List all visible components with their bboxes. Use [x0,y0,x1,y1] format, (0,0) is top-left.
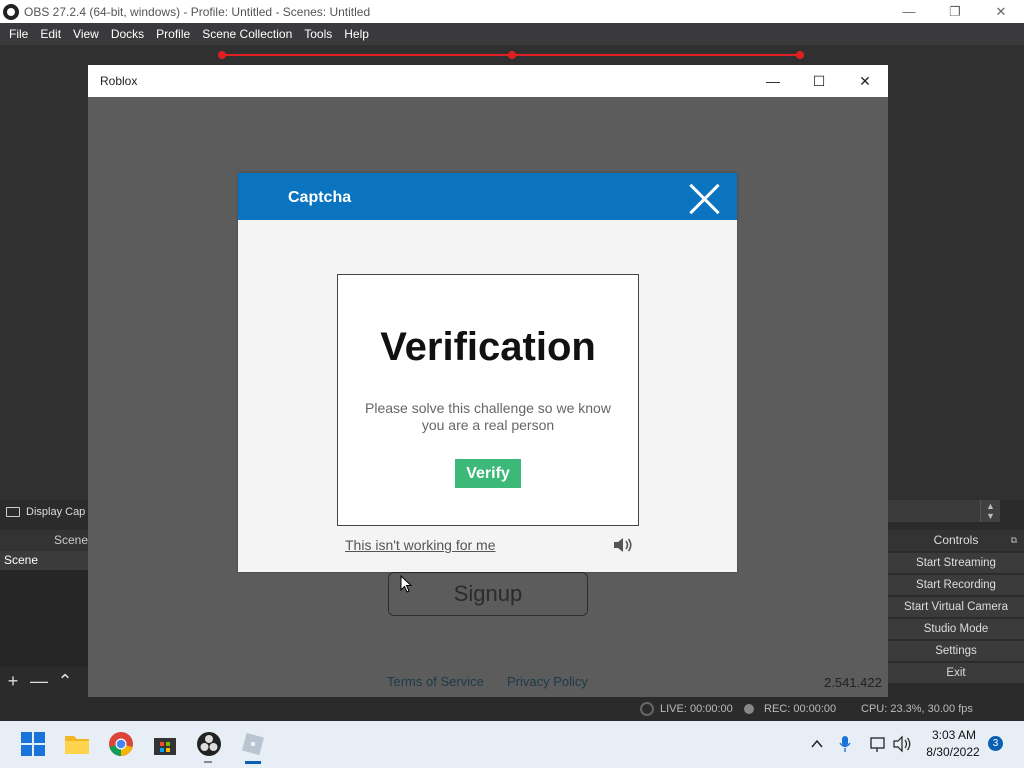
menu-help[interactable]: Help [338,27,375,41]
roblox-titlebar: Roblox — ☐ ✕ [88,65,888,97]
captcha-modal: Captcha Verification Please solve this c… [238,173,737,572]
scenes-header: Scene [0,530,88,551]
captcha-title: Captcha [288,189,352,206]
resize-handle[interactable] [508,51,516,59]
chevron-up-icon[interactable] [810,737,824,751]
scenes-panel: Scene Scene [0,530,88,667]
menu-scene-collection[interactable]: Scene Collection [196,27,298,41]
verification-box: Verification Please solve this challenge… [337,274,639,526]
network-icon[interactable] [868,735,888,753]
volume-icon[interactable] [893,735,913,753]
add-icon[interactable]: + [0,671,26,692]
minimize-icon[interactable]: — [750,65,796,97]
rec-status: REC: 00:00:00 [764,703,837,715]
controls-header: Controls ⧉ [888,530,1024,551]
mouse-cursor-icon [400,575,412,593]
menu-file[interactable]: File [3,27,34,41]
chrome-icon[interactable] [108,731,134,757]
menu-view[interactable]: View [67,27,105,41]
exit-button[interactable]: Exit [888,663,1024,683]
restore-icon[interactable]: ❐ [932,0,978,23]
settings-button[interactable]: Settings [888,641,1024,661]
maximize-icon[interactable]: ☐ [796,65,842,97]
obs-menubar: File Edit View Docks Profile Scene Colle… [0,23,1024,45]
start-streaming-button[interactable]: Start Streaming [888,553,1024,573]
scene-item[interactable]: Scene [0,551,88,570]
move-up-icon[interactable]: ⌃ [52,671,78,692]
signup-button[interactable]: Signup [388,572,588,616]
roblox-window-title: Roblox [100,74,138,88]
roblox-window-controls: — ☐ ✕ [750,65,888,97]
active-indicator [245,761,261,764]
scenes-toolbar: + — ⌃ [0,667,88,695]
obs-statusbar: LIVE: 00:00:00 REC: 00:00:00 CPU: 23.3%,… [0,697,1024,721]
controls-panel: Controls ⧉ Start Streaming Start Recordi… [888,530,1024,695]
menu-profile[interactable]: Profile [150,27,196,41]
store-icon[interactable] [152,731,178,757]
file-explorer-icon[interactable] [64,731,90,757]
live-status: LIVE: 00:00:00 [660,703,733,715]
close-icon[interactable]: ✕ [842,65,888,97]
taskbar [0,721,1024,768]
live-indicator-icon [640,702,654,716]
obs-logo-icon [3,3,19,20]
captcha-header: Captcha [238,173,737,220]
minimize-icon[interactable]: — [886,0,932,23]
close-icon[interactable]: ✕ [978,0,1024,23]
microphone-icon[interactable] [838,735,852,753]
rec-indicator-icon [744,704,754,714]
undock-icon[interactable]: ⧉ [1011,530,1017,551]
verify-button[interactable]: Verify [455,459,521,488]
menu-docks[interactable]: Docks [105,27,150,41]
controls-title: Controls [933,533,979,547]
start-icon[interactable] [20,731,46,757]
scene-combo[interactable] [888,500,980,522]
obs-window-controls: — ❐ ✕ [886,0,1024,23]
close-icon[interactable] [687,181,721,215]
not-working-link[interactable]: This isn't working for me [345,537,496,553]
studio-mode-button[interactable]: Studio Mode [888,619,1024,639]
remove-icon[interactable]: — [26,671,52,692]
notification-badge[interactable]: 3 [988,736,1003,751]
player-counter: 2.541.422 [824,675,882,690]
menu-tools[interactable]: Tools [298,27,338,41]
cpu-status: CPU: 23.3%, 30.00 fps [861,703,973,715]
running-indicator [204,761,212,763]
monitor-icon [6,507,20,517]
taskbar-time[interactable]: 3:03 AM [928,728,980,742]
privacy-policy-link[interactable]: Privacy Policy [507,674,588,689]
start-recording-button[interactable]: Start Recording [888,575,1024,595]
obs-window-title: OBS 27.2.4 (64-bit, windows) - Profile: … [24,4,371,19]
terms-of-service-link[interactable]: Terms of Service [387,674,484,689]
menu-edit[interactable]: Edit [34,27,67,41]
resize-handle[interactable] [796,51,804,59]
verification-heading: Verification [380,325,596,369]
speaker-icon[interactable] [613,537,633,553]
start-virtual-camera-button[interactable]: Start Virtual Camera [888,597,1024,617]
taskbar-date[interactable]: 8/30/2022 [918,745,988,759]
roblox-icon[interactable] [240,731,266,757]
source-label[interactable]: Display Cap [26,506,85,518]
resize-handle[interactable] [218,51,226,59]
verification-description: Please solve this challenge so we know y… [365,400,611,433]
source-selection-frame[interactable] [218,51,804,62]
obs-titlebar: OBS 27.2.4 (64-bit, windows) - Profile: … [0,0,1024,23]
spin-updown-icon[interactable]: ▲ ▼ [980,500,1000,522]
obs-icon[interactable] [196,731,222,757]
